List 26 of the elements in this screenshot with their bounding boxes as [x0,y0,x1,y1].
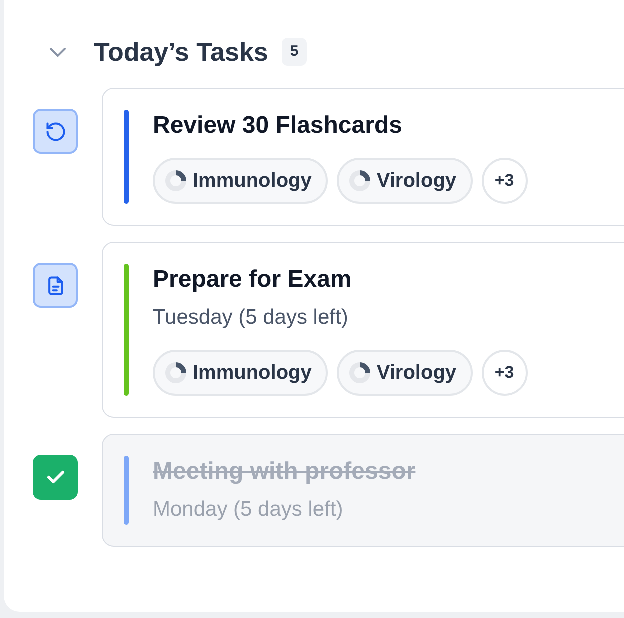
tag-chip[interactable]: Immunology [153,350,328,396]
due-date: Monday (5 days left) [153,496,344,522]
tag-chip[interactable]: Immunology [153,158,328,204]
tag-chip[interactable]: Virology [336,350,473,396]
due-date: Tuesday (5 days left) [153,305,350,331]
progress-ring-icon [165,362,187,384]
task-title: Review 30 Flashcards [153,111,404,141]
progress-ring-icon [165,170,187,192]
progress-ring-icon [348,362,371,384]
more-tags-chip[interactable]: +3 [482,158,528,204]
checkbox-checked-icon[interactable] [33,454,78,500]
task-count: 5 [282,38,307,66]
task-card[interactable]: Review 30 Flashcards Immunology Virology +3 [102,88,624,226]
tag-label: Virology [376,360,457,386]
section-title: Today’s Tasks [94,36,268,68]
repeat-icon[interactable] [33,109,78,154]
tag-label: Immunology [193,360,312,386]
task-title: Prepare for Exam [153,265,353,295]
more-tags-chip[interactable]: +3 [482,350,528,396]
tag-chip[interactable]: Virology [336,158,473,204]
document-icon[interactable] [33,263,78,308]
progress-ring-icon [348,170,371,192]
task-card[interactable]: Prepare for Exam Tuesday (5 days left) Immunology Virology +3 [102,242,624,418]
tag-label: Immunology [193,169,312,194]
tag-label: Virology [376,169,457,194]
task-title: Meeting with professor [153,456,416,486]
